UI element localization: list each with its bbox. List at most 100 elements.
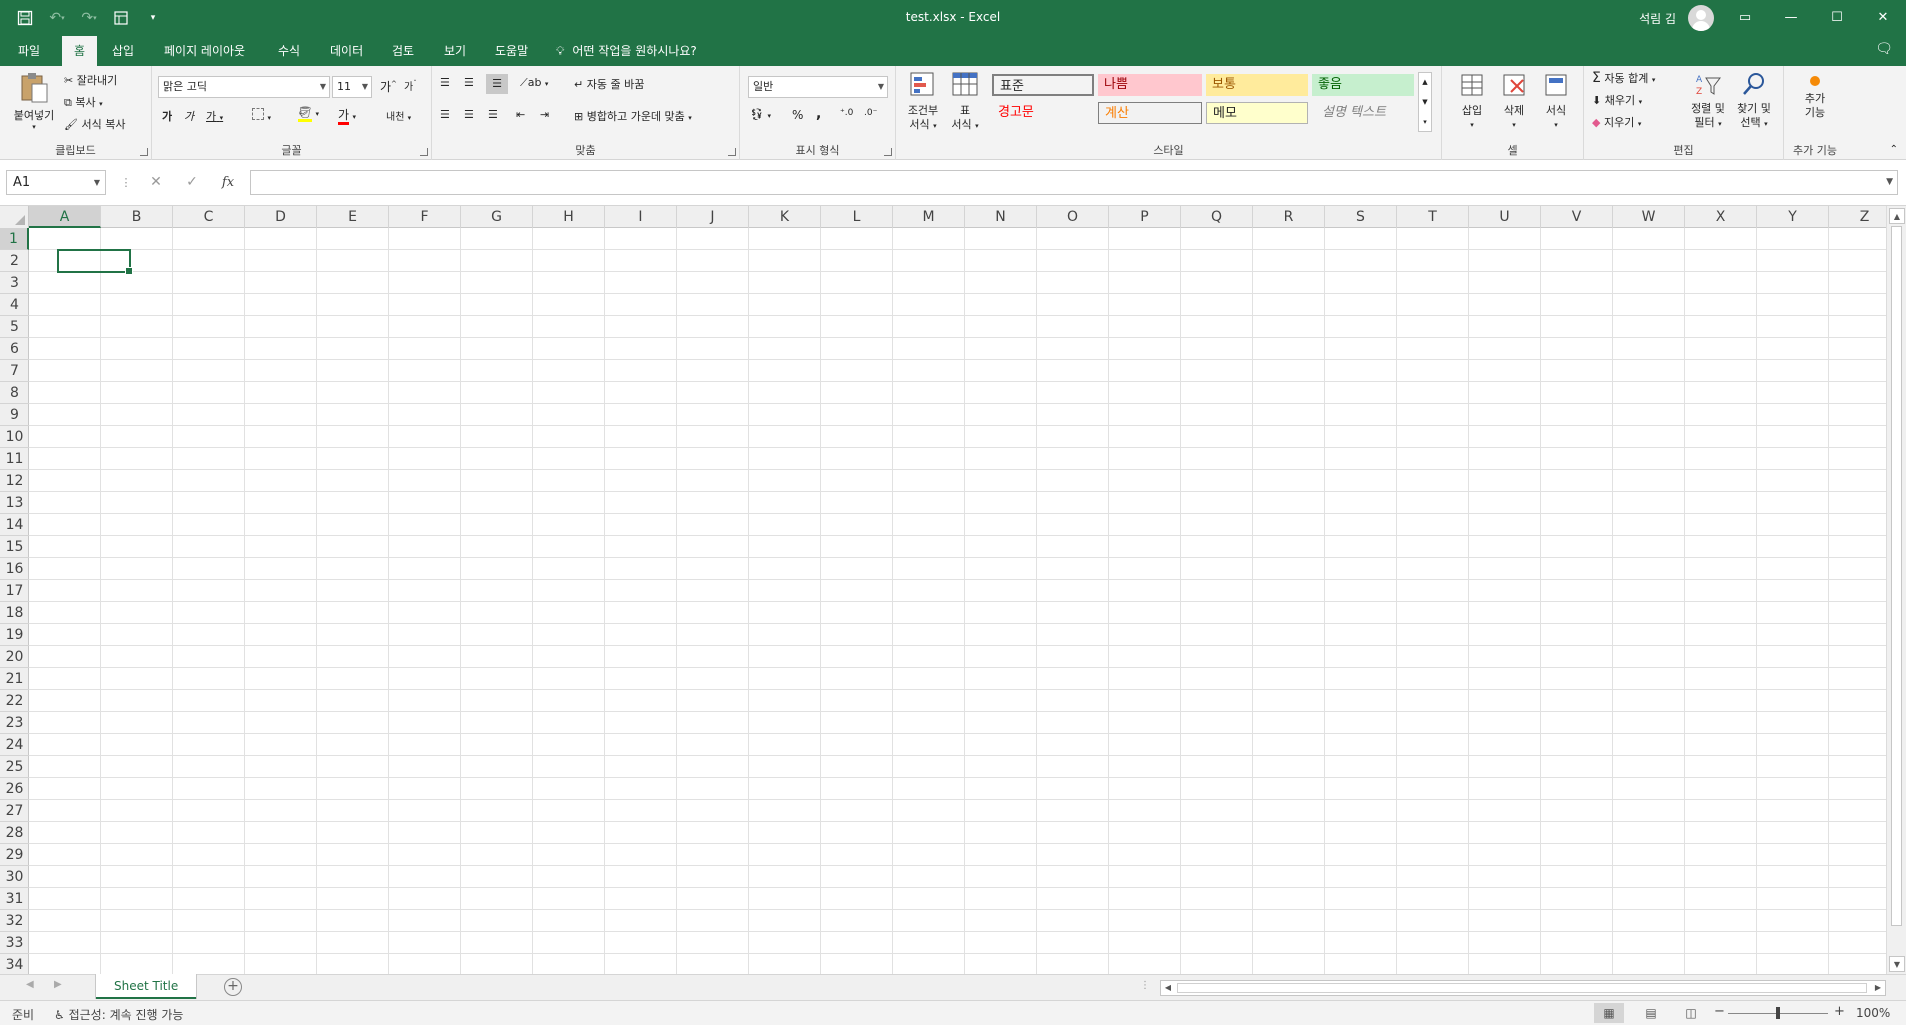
minimize-icon[interactable]: — <box>1768 0 1814 34</box>
column-header[interactable]: B <box>101 206 173 228</box>
column-header[interactable]: I <box>605 206 677 228</box>
row-header[interactable]: 31 <box>0 888 29 910</box>
row-header[interactable]: 12 <box>0 470 29 492</box>
ribbon-display-icon[interactable]: ▭ <box>1722 0 1768 34</box>
align-middle-icon[interactable]: ☰ <box>464 76 474 89</box>
row-header[interactable]: 34 <box>0 954 29 974</box>
row-header[interactable]: 30 <box>0 866 29 888</box>
column-header[interactable]: N <box>965 206 1037 228</box>
tab-review[interactable]: 검토 <box>380 36 426 66</box>
column-header[interactable]: K <box>749 206 821 228</box>
horizontal-scroll-thumb[interactable] <box>1177 983 1867 993</box>
number-launcher-icon[interactable] <box>884 148 892 156</box>
column-header[interactable]: F <box>389 206 461 228</box>
column-header[interactable]: O <box>1037 206 1109 228</box>
column-header[interactable]: R <box>1253 206 1325 228</box>
align-right-icon[interactable]: ☰ <box>488 108 498 121</box>
next-sheet-icon[interactable]: ▶ <box>54 979 62 990</box>
column-header[interactable]: P <box>1109 206 1181 228</box>
comments-icon[interactable]: 🗨︎ <box>1872 41 1896 61</box>
enter-icon[interactable]: ✓ <box>178 170 206 195</box>
copy-button[interactable]: ⧉ 복사 ▾ <box>64 94 103 110</box>
find-select-button[interactable]: 찾기 및 선택 ▾ <box>1732 70 1776 131</box>
cell-area[interactable] <box>29 228 1886 974</box>
collapse-ribbon-icon[interactable]: ⌃ <box>1890 144 1898 155</box>
horizontal-scrollbar[interactable]: ◀ ▶ <box>1160 980 1886 996</box>
tab-insert[interactable]: 삽입 <box>100 36 146 66</box>
row-header[interactable]: 3 <box>0 272 29 294</box>
increase-indent-icon[interactable]: ⇥ <box>540 108 549 121</box>
shrink-font-button[interactable]: 가ˇ <box>404 78 417 93</box>
style-warning[interactable]: 경고문 <box>992 102 1094 124</box>
zoom-level[interactable]: 100% <box>1856 1006 1890 1020</box>
format-painter-button[interactable]: 🖌︎ 서식 복사 <box>64 116 125 132</box>
row-header[interactable]: 20 <box>0 646 29 668</box>
vertical-scroll-thumb[interactable] <box>1891 226 1902 926</box>
align-top-icon[interactable]: ☰ <box>440 76 450 89</box>
scroll-down-icon[interactable]: ▼ <box>1889 956 1905 972</box>
row-header[interactable]: 19 <box>0 624 29 646</box>
zoom-slider-thumb[interactable] <box>1776 1007 1780 1019</box>
merge-center-button[interactable]: ⊞ 병합하고 가운데 맞춤 ▾ <box>574 108 692 124</box>
column-header[interactable]: W <box>1613 206 1685 228</box>
font-color-button[interactable]: 가 ▾ <box>338 106 356 125</box>
scroll-left-icon[interactable]: ◀ <box>1161 981 1175 995</box>
active-cell[interactable] <box>57 249 133 275</box>
page-break-view-icon[interactable]: ◫ <box>1676 1003 1706 1023</box>
align-left-icon[interactable]: ☰ <box>440 108 450 121</box>
row-header[interactable]: 28 <box>0 822 29 844</box>
increase-decimal-icon[interactable]: ⁺.0 <box>840 108 853 118</box>
fill-button[interactable]: ⬇︎ 채우기 ▾ <box>1592 92 1642 108</box>
row-header[interactable]: 33 <box>0 932 29 954</box>
row-header[interactable]: 17 <box>0 580 29 602</box>
close-icon[interactable]: ✕ <box>1860 0 1906 34</box>
zoom-out-icon[interactable]: − <box>1714 1004 1725 1019</box>
decrease-decimal-icon[interactable]: .0⁻ <box>864 108 877 118</box>
cancel-icon[interactable]: ✕ <box>142 170 170 195</box>
autosum-button[interactable]: Σ 자동 합계 ▾ <box>1592 70 1655 86</box>
row-header[interactable]: 18 <box>0 602 29 624</box>
normal-view-icon[interactable]: ▦ <box>1594 1003 1624 1023</box>
conditional-format-button[interactable]: 조건부 서식 ▾ <box>904 70 942 133</box>
row-header[interactable]: 32 <box>0 910 29 932</box>
style-neutral[interactable]: 보통 <box>1206 74 1308 96</box>
column-header[interactable]: M <box>893 206 965 228</box>
row-header[interactable]: 16 <box>0 558 29 580</box>
tab-page-layout[interactable]: 페이지 레이아웃 <box>152 36 257 66</box>
column-header[interactable]: L <box>821 206 893 228</box>
italic-button[interactable]: 가 <box>184 108 194 124</box>
column-header[interactable]: E <box>317 206 389 228</box>
bold-button[interactable]: 가 <box>162 108 172 124</box>
styles-scroll[interactable]: ▲ ▼ ▾ <box>1418 72 1432 132</box>
insert-cells-button[interactable]: 삽입 ▾ <box>1454 70 1490 132</box>
formula-input[interactable]: ▼ <box>250 170 1898 195</box>
row-header[interactable]: 13 <box>0 492 29 514</box>
column-header[interactable]: V <box>1541 206 1613 228</box>
tab-data[interactable]: 데이터 <box>318 36 375 66</box>
row-header[interactable]: 23 <box>0 712 29 734</box>
row-header[interactable]: 25 <box>0 756 29 778</box>
row-header[interactable]: 29 <box>0 844 29 866</box>
sheet-tab[interactable]: Sheet Title <box>96 974 197 999</box>
font-size-select[interactable]: 11 ▼ <box>332 76 372 98</box>
clear-button[interactable]: ◆ 지우기 ▾ <box>1592 114 1641 130</box>
sort-filter-button[interactable]: AZ 정렬 및 필터 ▾ <box>1686 70 1730 131</box>
row-header[interactable]: 8 <box>0 382 29 404</box>
prev-sheet-icon[interactable]: ◀ <box>26 979 34 990</box>
zoom-in-icon[interactable]: + <box>1834 1004 1845 1019</box>
addins-button[interactable]: 추가 기능 <box>1796 70 1834 120</box>
column-header[interactable]: Q <box>1181 206 1253 228</box>
column-header[interactable]: X <box>1685 206 1757 228</box>
row-header[interactable]: 26 <box>0 778 29 800</box>
underline-button[interactable]: 가 ▾ <box>206 108 223 124</box>
page-layout-view-icon[interactable]: ▤ <box>1636 1003 1666 1023</box>
column-header[interactable]: H <box>533 206 605 228</box>
orientation-icon[interactable]: ⟋ab ▾ <box>520 76 548 90</box>
align-bottom-icon[interactable]: ☰ <box>486 74 508 94</box>
row-header[interactable]: 27 <box>0 800 29 822</box>
maximize-icon[interactable]: ☐ <box>1814 0 1860 34</box>
tab-splitter[interactable]: ⋮ <box>1140 980 1150 991</box>
number-format-select[interactable]: 일반 ▼ <box>748 76 888 98</box>
row-header[interactable]: 15 <box>0 536 29 558</box>
user-name[interactable]: 석림 김 <box>1639 10 1676 27</box>
